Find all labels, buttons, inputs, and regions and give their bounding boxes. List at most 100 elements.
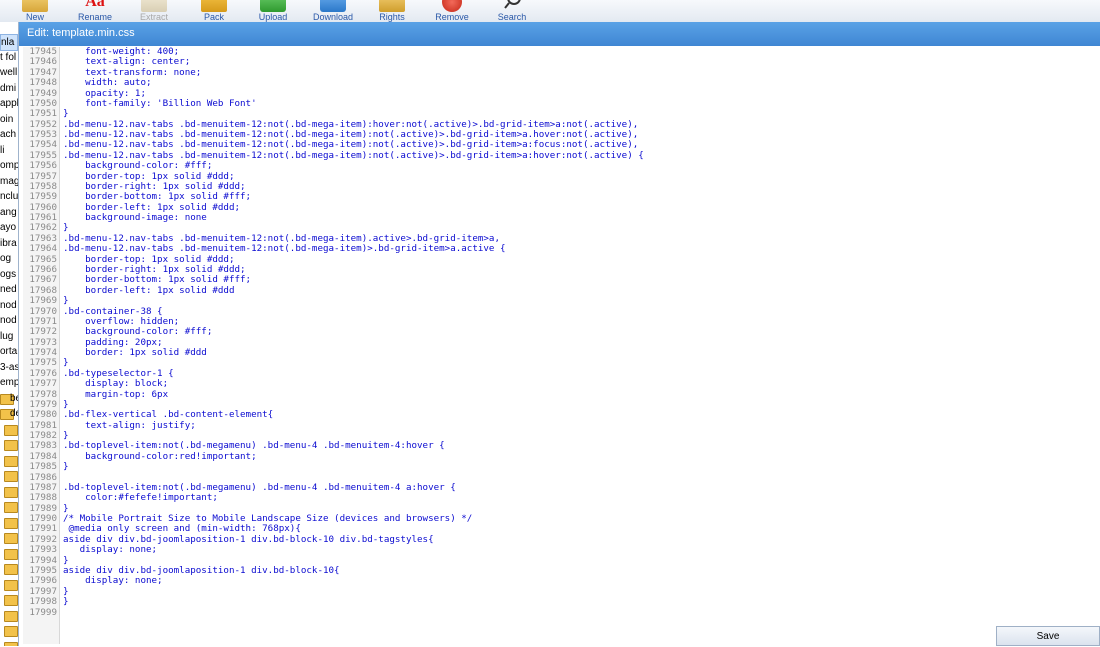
file-manager-toolbar: New Aa Rename Extract Pack Upload Download Righ… <box>0 0 1100 23</box>
tree-item-label: og <box>0 253 12 264</box>
extract-button[interactable]: Extract <box>134 0 174 22</box>
code-text: display: block; <box>63 378 169 390</box>
tree-item[interactable]: orta <box>0 344 17 359</box>
tree-item[interactable]: emp <box>0 375 19 390</box>
tree-item[interactable]: ogs <box>0 267 16 282</box>
tree-item[interactable]: mag <box>0 174 19 189</box>
code-editor[interactable]: 17945 font-weight: 400; 17946 text-align:… <box>23 47 1100 644</box>
tree-item[interactable]: ned <box>0 282 17 297</box>
download-button[interactable]: Download <box>312 0 354 22</box>
toolbar-button-label: Remove <box>435 12 469 22</box>
tree-item[interactable]: og <box>0 251 11 266</box>
line-number: 17948 <box>29 77 57 89</box>
toolbar-button-label: Upload <box>258 12 288 22</box>
tree-item[interactable]: omp <box>0 158 19 173</box>
rights-icon <box>379 0 405 12</box>
rights-button[interactable]: Rights <box>372 0 412 22</box>
tree-item-label: ach <box>0 129 17 140</box>
folder-icon <box>4 610 18 622</box>
tree-item[interactable]: oin <box>0 112 13 127</box>
tree-item[interactable]: lug <box>0 329 13 344</box>
code-line[interactable]: 17984 background-color:red!important; <box>23 451 1100 462</box>
tree-item-label: nod <box>0 315 17 326</box>
tree-item[interactable]: t fol <box>0 50 16 65</box>
pack-button[interactable]: Pack <box>196 0 232 22</box>
folder-icon <box>4 517 18 529</box>
code-line[interactable]: 17993 display: none; <box>23 544 1100 555</box>
code-line[interactable]: 17985} <box>23 461 1100 472</box>
code-text: background-image: none <box>63 212 207 224</box>
code-line[interactable]: 17978 margin-top: 6px <box>23 388 1100 400</box>
upload-button[interactable]: Upload <box>256 0 290 22</box>
code-line[interactable]: 17981 text-align: justify; <box>23 420 1100 431</box>
dialog-title[interactable]: Edit: template.min.css <box>19 22 1100 46</box>
toolbar-button-label: Rights <box>379 12 405 22</box>
folder-icon <box>4 626 18 637</box>
code-line[interactable]: 17968 border-left: 1px solid #ddd <box>23 284 1100 296</box>
code-line[interactable]: 17947 text-transform: none; <box>23 67 1100 78</box>
code-text: margin-top: 6px <box>63 388 169 400</box>
code-line[interactable]: 17996 display: none; <box>23 575 1100 587</box>
code-text: display: none; <box>63 575 163 587</box>
code-text: border-left: 1px solid #ddd <box>63 284 235 296</box>
code-line[interactable]: 17974 border: 1px solid #ddd <box>23 347 1100 359</box>
folder-icon <box>4 471 18 482</box>
download-icon <box>320 0 346 12</box>
code-line[interactable]: 17950 font-family: 'Billion Web Font' <box>23 98 1100 109</box>
tree-item-label: oin <box>0 113 14 125</box>
code-text: color:#fefefe!important; <box>63 492 218 504</box>
folder-icon <box>4 641 18 646</box>
code-line[interactable]: 17998} <box>23 596 1100 607</box>
new-button[interactable]: New <box>16 0 54 22</box>
line-number: 17977 <box>29 378 57 390</box>
edit-dialog: Edit: template.min.css 17945 font-weight… <box>18 22 1100 646</box>
remove-button[interactable]: Remove <box>432 0 472 22</box>
tree-item-label: appl <box>0 98 19 109</box>
tree-item[interactable]: ach <box>0 127 16 142</box>
code-line[interactable]: 17976 .bd-typeselector-1 { <box>23 368 1100 379</box>
tree-item[interactable]: 3-as <box>0 360 19 375</box>
code-text: width: auto; <box>63 77 152 89</box>
tree-item[interactable]: nclu <box>0 189 18 204</box>
tree-item-label: lug <box>0 330 14 342</box>
toolbar-button-label: Pack <box>203 12 224 22</box>
tree-item-label: ang <box>0 206 17 218</box>
code-line[interactable]: 17956 background-color: #fff; <box>23 160 1100 171</box>
tree-item[interactable]: ibra <box>0 236 17 251</box>
tree-item[interactable]: nod <box>0 298 17 313</box>
code-line[interactable]: 17992 aside div div.bd-joomlaposition-1 d… <box>23 534 1100 545</box>
tree-item[interactable]: dmi <box>0 81 16 96</box>
code-line[interactable]: 17972 background-color: #fff; <box>23 326 1100 337</box>
folder-icon <box>4 486 18 498</box>
toolbar-button-label: Rename <box>77 12 113 22</box>
tree-item[interactable]: well <box>0 65 17 80</box>
toolbar-button-label: Download <box>312 12 354 22</box>
code-line[interactable]: 17961 background-image: none <box>23 212 1100 224</box>
code-text: border: 1px solid #ddd <box>63 347 207 359</box>
tree-item[interactable]: appl <box>0 96 19 111</box>
tree-item[interactable]: li <box>0 143 4 158</box>
tree-item[interactable]: ayo <box>0 220 16 235</box>
pack-icon <box>201 0 227 12</box>
code-line[interactable]: 17948 width: auto; <box>23 77 1100 89</box>
save-button[interactable]: Save <box>996 626 1100 646</box>
code-line[interactable]: 17999 <box>23 606 1100 618</box>
tree-item-label: orta <box>0 346 18 357</box>
tree-item[interactable]: ang <box>0 205 17 220</box>
code-line[interactable]: 17988 color:#fefefe!important; <box>23 492 1100 504</box>
folder-icon <box>4 502 18 513</box>
line-number: 17999 <box>29 606 57 618</box>
code-line[interactable]: 17970 .bd-container-38 { <box>23 306 1100 317</box>
rename-button[interactable]: Aa Rename <box>74 0 116 22</box>
code-line[interactable]: 17995 aside div div.bd-joomlaposition-1 d… <box>23 565 1100 576</box>
folder-icon <box>4 595 18 606</box>
code-line[interactable]: 17969} <box>23 295 1100 306</box>
code-line[interactable]: 17975} <box>23 357 1100 368</box>
tree-item[interactable]: nod <box>0 313 17 328</box>
code-line[interactable]: 17977 display: block; <box>23 378 1100 390</box>
tree-item[interactable]: nla <box>0 34 18 51</box>
new-file-icon <box>22 0 48 12</box>
tree-item-label: nclu <box>0 191 19 202</box>
search-button[interactable]: Search <box>492 0 532 22</box>
code-line[interactable]: 17997} <box>23 586 1100 597</box>
